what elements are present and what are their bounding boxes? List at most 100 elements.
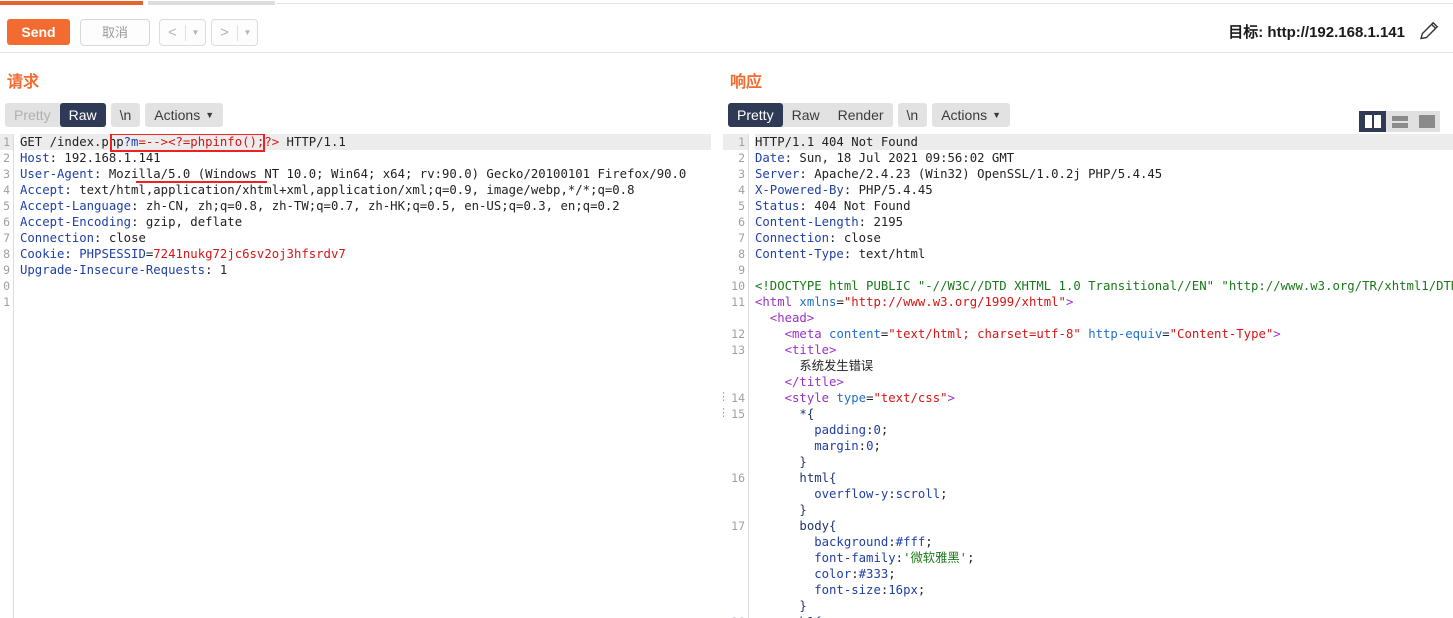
response-pretty-raw-render-toggle[interactable]: Pretty Raw Render — [728, 103, 893, 127]
code-token: font-family — [755, 551, 896, 565]
line-number — [723, 374, 748, 390]
code-line: Accept: text/html,application/xhtml+xml,… — [20, 182, 711, 198]
code-token: Host — [20, 151, 50, 165]
pane-splitter[interactable] — [713, 54, 721, 618]
code-line: <meta content = "text/html; charset=utf-8"… — [755, 326, 1453, 342]
code-token: http-equiv — [1088, 327, 1163, 341]
code-line: Connection: close — [20, 230, 711, 246]
code-line: <!DOCTYPE html PUBLIC "-//W3C//DTD XHTML… — [755, 278, 1453, 294]
response-tab-pretty[interactable]: Pretty — [728, 103, 783, 127]
code-line: </title> — [755, 374, 1453, 390]
request-tab-pretty[interactable]: Pretty — [5, 103, 60, 127]
code-token: : — [888, 487, 896, 501]
response-view-tabs: Pretty Raw Render \n Actions ▼ — [728, 103, 1011, 127]
request-tab-raw[interactable]: Raw — [59, 103, 106, 127]
send-button[interactable]: Send — [7, 19, 70, 45]
request-tab-newline[interactable]: \n — [110, 103, 141, 127]
response-tab-raw[interactable]: Raw — [783, 103, 829, 127]
chevron-right-icon: > — [220, 24, 229, 41]
line-number — [723, 454, 748, 470]
code-line: overflow-y:scroll; — [755, 486, 1453, 502]
code-token: font-size — [755, 583, 881, 597]
response-pane-title: 响应 — [730, 74, 763, 91]
response-tab-newline[interactable]: \n — [897, 103, 928, 127]
response-tab-render[interactable]: Render — [829, 103, 893, 127]
code-line: Content-Type: text/html — [755, 246, 1453, 262]
code-token: PHPSESSID — [79, 247, 146, 261]
line-number — [723, 310, 748, 326]
request-pretty-raw-toggle[interactable]: Pretty Raw — [5, 103, 106, 127]
code-token: 0 — [873, 423, 881, 437]
code-token: Connection — [20, 231, 95, 245]
code-token: > — [1065, 295, 1074, 309]
code-token: <meta — [755, 327, 830, 341]
code-token: ; — [880, 423, 889, 437]
code-token: : — [851, 567, 859, 581]
code-line: html{ — [755, 470, 1453, 486]
line-number: 5 — [3, 199, 10, 213]
code-token: Accept — [20, 183, 65, 197]
response-code-area[interactable]: HTTP/1.1 404 Not Found Date: Sun, 18 Jul … — [750, 134, 1453, 618]
chevron-down-icon: ▼ — [191, 27, 200, 37]
request-code-area[interactable]: GET /index.php?m=--><?=phpinfo();?> HTTP… — [15, 134, 711, 618]
code-token: : close — [829, 231, 881, 245]
code-token: <html — [755, 295, 800, 309]
code-token: scroll — [895, 487, 941, 501]
single-pane-icon[interactable] — [1413, 111, 1440, 132]
target-url: http://192.168.1.141 — [1267, 24, 1405, 41]
line-number: 15 — [723, 405, 748, 422]
line-number: 7 — [3, 231, 10, 245]
history-back-button[interactable]: < ▼ — [159, 19, 206, 46]
code-token: 7241nukg72jc6sv2oj3hfsrdv7 — [153, 247, 346, 261]
code-line: font-family:'微软雅黑'; — [755, 550, 1453, 566]
code-token: : — [888, 535, 896, 549]
code-line: h1{ — [755, 614, 1453, 618]
split-horizontal-icon[interactable] — [1386, 111, 1413, 132]
code-token: "http://www.w3.org/1999/xhtml" — [843, 295, 1066, 309]
edit-target-pencil-icon[interactable] — [1417, 19, 1441, 43]
response-line-number-gutter: 123456789101112131415161718 — [723, 134, 749, 618]
code-token: : Mozilla/5.0 (Windows NT 10.0; Win64; x… — [94, 167, 687, 181]
code-token: xmlns — [799, 295, 837, 309]
line-number: 9 — [738, 263, 745, 277]
line-number — [723, 422, 748, 438]
code-token: Date — [755, 151, 785, 165]
tab-strip-rule — [276, 3, 1453, 4]
code-token: "Content-Type" — [1169, 327, 1274, 341]
code-token: : 192.168.1.141 — [49, 151, 161, 165]
target-label: 目标: — [1228, 24, 1264, 41]
line-number — [723, 582, 748, 598]
code-token: #333 — [858, 567, 889, 581]
code-token: : 2195 — [858, 215, 904, 229]
code-token: </title> — [755, 375, 844, 389]
code-token: =--><?=phpinfo();?> — [138, 135, 280, 149]
code-token: <head> — [755, 311, 815, 325]
line-number: 3 — [3, 167, 10, 181]
code-line: Content-Length: 2195 — [755, 214, 1453, 230]
line-number: 18 — [723, 614, 748, 618]
request-editor[interactable]: 12345678901 GET /index.php?m=--><?=phpin… — [0, 134, 711, 618]
code-token: X-Powered-By — [755, 183, 844, 197]
cancel-button[interactable]: 取消 — [80, 19, 150, 46]
layout-toggle-group — [1359, 111, 1440, 132]
line-number — [723, 534, 748, 550]
code-token: <!DOCTYPE html PUBLIC "-//W3C//DTD XHTML… — [755, 279, 1453, 293]
code-token: : — [64, 247, 80, 261]
code-line: Accept-Encoding: gzip, deflate — [20, 214, 711, 230]
response-editor[interactable]: 123456789101112131415161718 HTTP/1.1 404… — [723, 134, 1453, 618]
response-actions-menu[interactable]: Actions ▼ — [932, 103, 1011, 127]
code-line: } — [755, 454, 1453, 470]
code-line: margin:0; — [755, 438, 1453, 454]
line-number: 5 — [738, 199, 745, 213]
split-vertical-icon[interactable] — [1359, 111, 1386, 132]
code-token: <style — [755, 391, 837, 405]
line-number — [723, 358, 748, 374]
code-token: = — [836, 295, 844, 309]
code-line: Accept-Language: zh-CN, zh;q=0.8, zh-TW;… — [20, 198, 711, 214]
code-line: *{ — [755, 406, 1453, 422]
chevron-down-icon: ▼ — [992, 110, 1002, 120]
history-forward-button[interactable]: > ▼ — [211, 19, 258, 46]
code-line: <head> — [755, 310, 1453, 326]
request-actions-menu[interactable]: Actions ▼ — [145, 103, 224, 127]
